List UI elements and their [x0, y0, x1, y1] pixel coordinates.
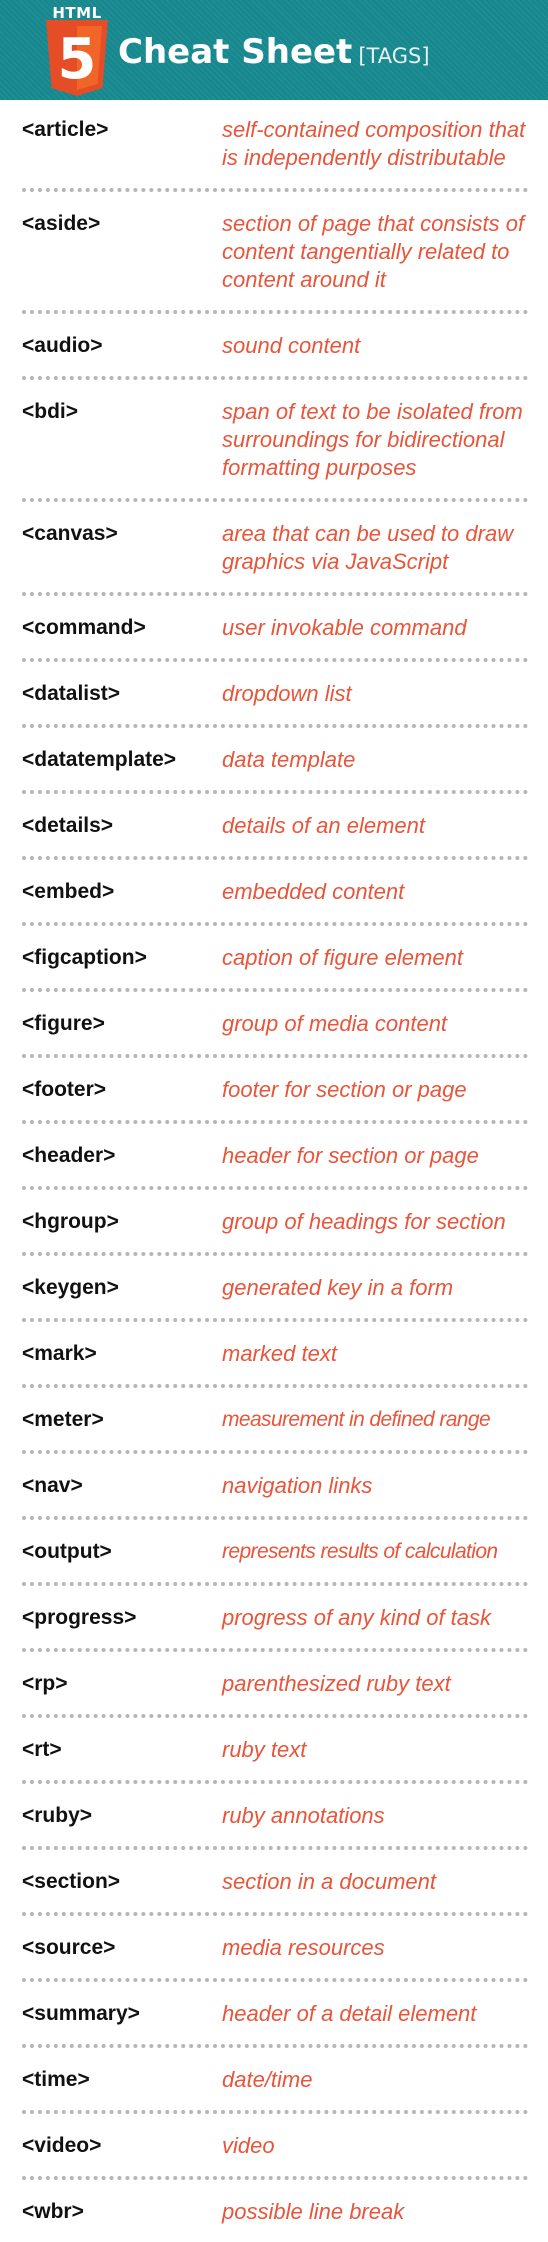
tag-description: section in a document	[222, 1869, 437, 1894]
tag-row: <bdi> span of text to be isolated from su…	[22, 380, 528, 502]
tag-row: <ruby> ruby annotations	[22, 1784, 528, 1850]
tag-name: <output>	[22, 1540, 112, 1563]
tag-row: <audio> sound content	[22, 314, 528, 380]
tag-name: <article>	[22, 118, 109, 141]
tag-row: <meter> measurement in defined range	[22, 1388, 528, 1454]
tag-row: <time> date/time	[22, 2048, 528, 2114]
tag-name: <wbr>	[22, 2200, 84, 2223]
tag-description: represents results of calculation	[222, 1540, 498, 1563]
tag-name: <header>	[22, 1144, 116, 1167]
tag-row: <datatemplate> data template	[22, 728, 528, 794]
tag-description: parenthesized ruby text	[222, 1671, 451, 1696]
tag-description: footer for section or page	[222, 1077, 467, 1102]
page-title-subtitle: [TAGS]	[358, 44, 430, 68]
tag-name: <summary>	[22, 2002, 140, 2025]
tag-name: <footer>	[22, 1078, 107, 1101]
tag-name: <video>	[22, 2134, 102, 2157]
tag-row: <section> section in a document	[22, 1850, 528, 1916]
tag-row: <progress> progress of any kind of task	[22, 1586, 528, 1652]
tag-name: <keygen>	[22, 1276, 119, 1299]
tag-row: <keygen> generated key in a form	[22, 1256, 528, 1322]
header-banner: HTML 5 Cheat Sheet [TAGS]	[0, 0, 548, 100]
tag-description: caption of figure element	[222, 945, 463, 970]
tag-name: <rt>	[22, 1738, 62, 1761]
tag-name: <progress>	[22, 1606, 137, 1629]
tag-row: <canvas> area that can be used to draw gr…	[22, 502, 528, 596]
tag-description: ruby text	[222, 1737, 307, 1762]
tag-name: <source>	[22, 1936, 116, 1959]
tag-name: <details>	[22, 814, 114, 837]
tag-description: dropdown list	[222, 681, 352, 706]
tag-name: <mark>	[22, 1342, 97, 1365]
tag-row: <datalist> dropdown list	[22, 662, 528, 728]
tag-row: <output> represents results of calculatio…	[22, 1520, 528, 1586]
tag-name: <datatemplate>	[22, 748, 177, 771]
tag-description: generated key in a form	[222, 1275, 454, 1300]
tag-name: <meter>	[22, 1408, 104, 1431]
tag-name: <time>	[22, 2068, 90, 2091]
tag-description: sound content	[222, 333, 361, 358]
tag-description: possible line break	[222, 2199, 405, 2224]
tag-row: <header> header for section or page	[22, 1124, 528, 1190]
tag-row: <source> media resources	[22, 1916, 528, 1982]
tag-row: <embed> embedded content	[22, 860, 528, 926]
tag-row: <aside> section of page that consists of …	[22, 192, 528, 314]
tag-description: progress of any kind of task	[222, 1605, 492, 1630]
tag-description: data template	[222, 747, 356, 772]
tag-name: <aside>	[22, 212, 101, 235]
tag-name: <command>	[22, 616, 146, 639]
tag-name: <canvas>	[22, 522, 118, 545]
tag-row: <footer> footer for section or page	[22, 1058, 528, 1124]
tag-name: <figcaption>	[22, 946, 147, 969]
tag-row: <rp> parenthesized ruby text	[22, 1652, 528, 1718]
html5-logo-number: 5	[58, 27, 97, 92]
tag-description: span of text to be isolated from surroun…	[222, 399, 523, 480]
tag-description: user invokable command	[222, 615, 467, 640]
page-title-main: Cheat Sheet	[118, 32, 353, 72]
tag-description: header of a detail element	[222, 2001, 477, 2026]
tag-list: <article> self-contained composition that…	[0, 100, 548, 2242]
tag-description: measurement in defined range	[222, 1408, 491, 1431]
tag-row: <mark> marked text	[22, 1322, 528, 1388]
tag-name: <figure>	[22, 1012, 105, 1035]
tag-row: <command> user invokable command	[22, 596, 528, 662]
tag-description: header for section or page	[222, 1143, 479, 1168]
tag-row: <figcaption> caption of figure element	[22, 926, 528, 992]
tag-description: section of page that consists of content…	[222, 211, 525, 292]
tag-name: <ruby>	[22, 1804, 93, 1827]
tag-description: navigation links	[222, 1473, 373, 1498]
tag-name: <nav>	[22, 1474, 83, 1497]
tag-row: <details> details of an element	[22, 794, 528, 860]
tag-description: group of headings for section	[222, 1209, 506, 1234]
tag-name: <datalist>	[22, 682, 121, 705]
tag-name: <section>	[22, 1870, 121, 1893]
html5-shield-icon: 5	[46, 20, 108, 96]
tag-name: <embed>	[22, 880, 115, 903]
tag-row: <summary> header of a detail element	[22, 1982, 528, 2048]
tag-description: video	[222, 2133, 275, 2158]
tag-row: <hgroup> group of headings for section	[22, 1190, 528, 1256]
tag-description: details of an element	[222, 813, 426, 838]
tag-description: embedded content	[222, 879, 405, 904]
tag-name: <rp>	[22, 1672, 68, 1695]
tag-description: area that can be used to draw graphics v…	[222, 521, 514, 574]
tag-name: <audio>	[22, 334, 103, 357]
tag-description: ruby annotations	[222, 1803, 385, 1828]
tag-row: <article> self-contained composition that…	[22, 100, 528, 192]
tag-description: group of media content	[222, 1011, 448, 1036]
page-title: Cheat Sheet [TAGS]	[118, 32, 430, 76]
tag-row: <rt> ruby text	[22, 1718, 528, 1784]
tag-row: <wbr> possible line break	[22, 2180, 528, 2242]
tag-name: <bdi>	[22, 400, 79, 423]
tag-description: media resources	[222, 1935, 385, 1960]
tag-row: <figure> group of media content	[22, 992, 528, 1058]
tag-row: <nav> navigation links	[22, 1454, 528, 1520]
tag-row: <video> video	[22, 2114, 528, 2180]
tag-description: date/time	[222, 2067, 313, 2092]
tag-name: <hgroup>	[22, 1210, 119, 1233]
tag-description: marked text	[222, 1341, 337, 1366]
tag-description: self-contained composition that is indep…	[222, 117, 526, 170]
